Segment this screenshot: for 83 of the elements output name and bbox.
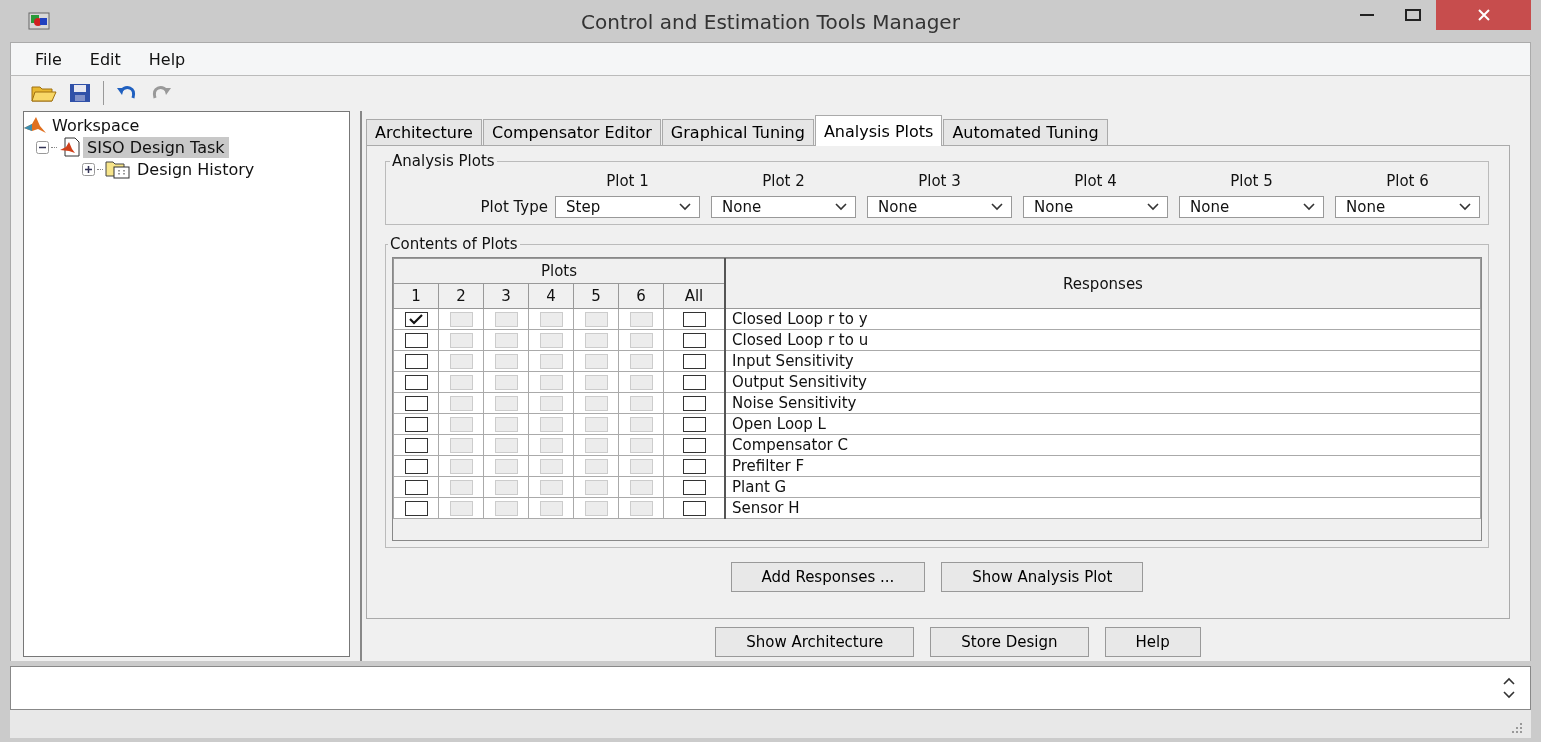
tree-item[interactable]: SISO Design Task	[83, 136, 229, 158]
table-cell: Open Loop L	[725, 413, 1481, 435]
document-icon	[59, 137, 81, 157]
plot-type-dropdown[interactable]: None	[1335, 196, 1480, 218]
checkbox[interactable]	[682, 312, 706, 327]
table-cell: Sensor H	[725, 497, 1481, 519]
action-button[interactable]: Help	[1104, 627, 1201, 657]
app-icon	[28, 12, 50, 30]
checkbox[interactable]	[682, 375, 706, 390]
group-title: Contents of Plots	[389, 235, 519, 253]
plot-type-label: Plot Type	[479, 198, 548, 216]
checkbox[interactable]	[682, 480, 706, 495]
table-cell: Compensator C	[725, 434, 1481, 456]
minimize-icon	[1360, 13, 1374, 17]
close-icon	[1476, 9, 1491, 21]
action-button[interactable]: Show Analysis Plot	[941, 562, 1144, 592]
tree-item[interactable]: Design History	[133, 158, 259, 180]
checkbox[interactable]	[404, 375, 428, 390]
plot-type-dropdown[interactable]: None	[711, 196, 856, 218]
menu-item[interactable]: Help	[136, 49, 198, 69]
caret-icon	[835, 203, 847, 211]
plot-label: Plot 3	[917, 172, 962, 190]
checkbox[interactable]	[404, 501, 428, 516]
plot-label: Plot 6	[1385, 172, 1430, 190]
caret-icon	[1459, 203, 1471, 211]
checkbox[interactable]	[404, 459, 428, 474]
tab[interactable]: Architecture	[366, 119, 482, 145]
checkbox[interactable]	[682, 459, 706, 474]
collapse-icon[interactable]	[36, 140, 49, 154]
table-cell: Output Sensitivity	[725, 371, 1481, 393]
table-cell: Prefilter F	[725, 455, 1481, 477]
plot-type-dropdown[interactable]: None	[867, 196, 1012, 218]
tab[interactable]: Analysis Plots	[814, 115, 943, 146]
spinner-arrows-icon[interactable]	[1502, 675, 1516, 701]
table-cell: Input Sensitivity	[725, 350, 1481, 372]
plot-type-dropdown[interactable]: None	[1179, 196, 1324, 218]
save-button[interactable]	[69, 82, 91, 103]
table-cell: Closed Loop r to u	[725, 329, 1481, 351]
caret-icon	[679, 203, 691, 211]
checkbox[interactable]	[682, 501, 706, 516]
checkbox[interactable]	[682, 417, 706, 432]
plot-type-dropdown[interactable]: Step	[555, 196, 700, 218]
column-header: 1	[393, 283, 439, 309]
action-button[interactable]: Show Architecture	[715, 627, 915, 657]
menu-item[interactable]: File	[23, 49, 74, 69]
checkbox[interactable]	[404, 417, 428, 432]
resize-grip-icon	[1511, 722, 1523, 734]
checkbox[interactable]	[404, 312, 428, 327]
checkbox[interactable]	[682, 396, 706, 411]
table-cell: Plant G	[725, 476, 1481, 498]
group-title: Analysis Plots	[391, 152, 496, 170]
plot-type-dropdown[interactable]: None	[1023, 196, 1168, 218]
checkbox[interactable]	[682, 333, 706, 348]
window-title: Control and Estimation Tools Manager	[581, 10, 960, 34]
checkbox[interactable]	[404, 354, 428, 369]
table-cell: Noise Sensitivity	[725, 392, 1481, 414]
caret-icon	[1147, 203, 1159, 211]
plot-label: Plot 5	[1229, 172, 1274, 190]
expand-icon[interactable]	[82, 162, 95, 176]
folder-icon	[105, 159, 131, 179]
plot-label: Plot 4	[1073, 172, 1118, 190]
tree-item[interactable]: Workspace	[48, 114, 144, 136]
maximize-icon	[1405, 9, 1421, 21]
menu-item[interactable]: Edit	[77, 49, 133, 69]
column-header: Responses	[725, 258, 1481, 309]
checkbox[interactable]	[404, 396, 428, 411]
column-group-header: Plots	[393, 258, 725, 284]
caret-icon	[991, 203, 1003, 211]
checkbox[interactable]	[404, 438, 428, 453]
caret-icon	[1303, 203, 1315, 211]
checkbox[interactable]	[682, 438, 706, 453]
tab[interactable]: Graphical Tuning	[661, 119, 814, 145]
checkbox[interactable]	[404, 333, 428, 348]
action-button[interactable]: Add Responses ...	[730, 562, 926, 592]
tab[interactable]: Compensator Editor	[482, 119, 661, 145]
checkbox[interactable]	[682, 354, 706, 369]
tab[interactable]: Automated Tuning	[943, 119, 1108, 145]
plot-label: Plot 1	[605, 172, 650, 190]
table-cell: Closed Loop r to y	[725, 308, 1481, 330]
action-button[interactable]: Store Design	[930, 627, 1089, 657]
peak-logo-icon	[24, 116, 46, 134]
checkbox[interactable]	[404, 480, 428, 495]
plot-label: Plot 2	[761, 172, 806, 190]
